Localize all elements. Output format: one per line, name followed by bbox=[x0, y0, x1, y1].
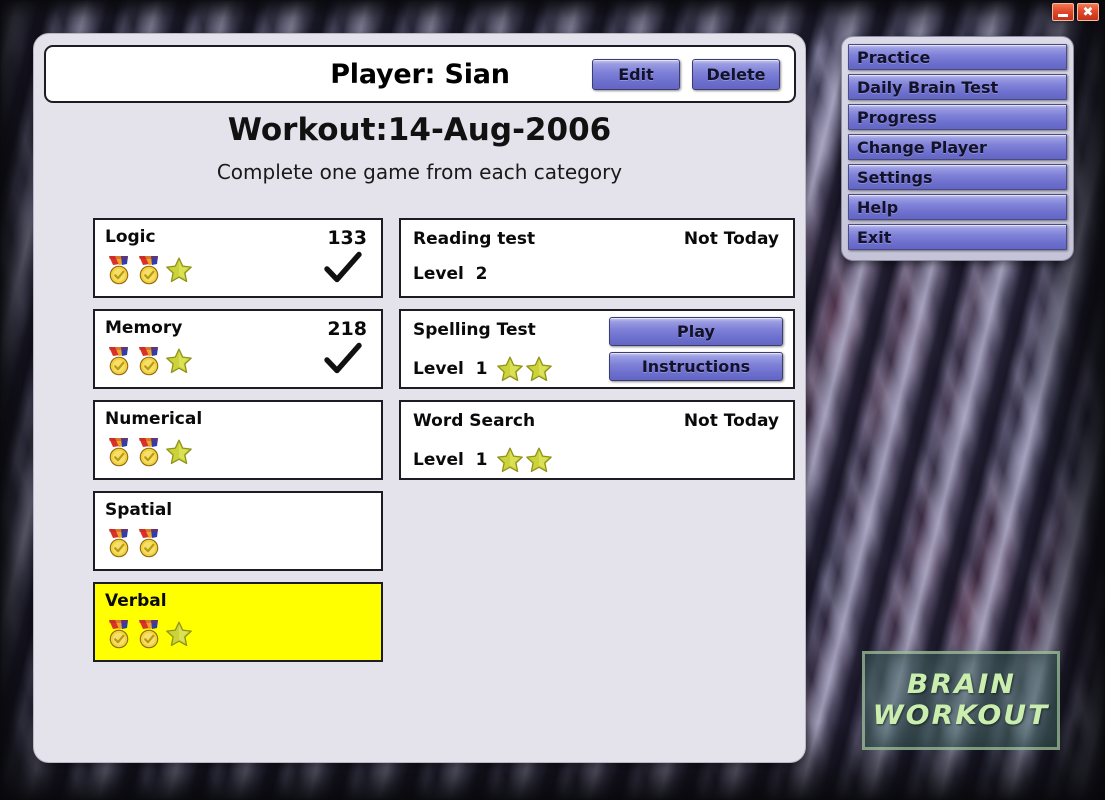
instructions-button[interactable]: Instructions bbox=[609, 352, 783, 381]
category-card-memory[interactable]: Memory 218 bbox=[93, 309, 383, 389]
game-buttons: Play Instructions bbox=[609, 317, 783, 381]
medal-icon bbox=[139, 529, 159, 558]
close-icon: ✖ bbox=[1082, 4, 1094, 20]
star-icon bbox=[166, 257, 192, 283]
menu-item-progress[interactable]: Progress bbox=[848, 104, 1067, 130]
medal-icon bbox=[109, 438, 129, 467]
category-score: 133 bbox=[327, 227, 367, 249]
star-icon bbox=[526, 447, 553, 473]
category-card-logic[interactable]: Logic 133 bbox=[93, 218, 383, 298]
star-icon bbox=[497, 356, 524, 382]
game-name: Spelling Test bbox=[413, 320, 536, 340]
menu-item-change-player[interactable]: Change Player bbox=[848, 134, 1067, 160]
category-card-spatial[interactable]: Spatial bbox=[93, 491, 383, 571]
star-icon bbox=[497, 447, 524, 473]
medal-icon bbox=[139, 347, 159, 376]
game-card-reading-test: Reading test Not Today Level 2 bbox=[399, 218, 795, 298]
medal-icon bbox=[139, 620, 159, 649]
brand-line-2: WORKOUT bbox=[872, 699, 1050, 731]
play-button[interactable]: Play bbox=[609, 317, 783, 346]
star-icon bbox=[166, 348, 192, 374]
category-name: Memory bbox=[105, 318, 183, 338]
game-level: Level 1 bbox=[413, 359, 488, 379]
player-header: Player: Sian Edit Delete bbox=[44, 45, 796, 103]
game-level-row: Level 1 bbox=[413, 355, 553, 383]
category-awards bbox=[105, 618, 193, 650]
menu-item-practice[interactable]: Practice bbox=[848, 44, 1067, 70]
medal-icon bbox=[109, 256, 129, 285]
category-card-numerical[interactable]: Numerical bbox=[93, 400, 383, 480]
game-level: Level 1 bbox=[413, 450, 488, 470]
close-button[interactable]: ✖ bbox=[1077, 3, 1099, 21]
workout-subtitle: Complete one game from each category bbox=[216, 160, 623, 184]
menu-item-settings[interactable]: Settings bbox=[848, 164, 1067, 190]
game-card-word-search: Word Search Not Today Level 1 bbox=[399, 400, 795, 480]
medal-icon bbox=[139, 438, 159, 467]
game-card-spelling-test: Spelling Test Level 1 Play Instructions bbox=[399, 309, 795, 389]
game-level-row: Level 1 bbox=[413, 446, 553, 474]
checkmark-icon bbox=[324, 251, 362, 283]
game-status: Not Today bbox=[683, 229, 779, 249]
game-name: Word Search bbox=[413, 411, 536, 431]
titlebar-buttons: ✖ bbox=[1052, 3, 1099, 21]
menu-item-daily-brain-test[interactable]: Daily Brain Test bbox=[848, 74, 1067, 100]
category-awards bbox=[105, 345, 193, 377]
category-name: Numerical bbox=[105, 409, 203, 429]
category-name: Verbal bbox=[105, 591, 167, 611]
application-window: ✖ Player: Sian Edit Delete Workout:14-Au… bbox=[0, 0, 1105, 800]
game-stars bbox=[496, 355, 553, 383]
category-list: Logic 133 Memory 218 Numerical Spatial Verbal bbox=[93, 218, 383, 673]
menu-item-exit[interactable]: Exit bbox=[848, 224, 1067, 250]
star-icon bbox=[166, 439, 192, 465]
brand-logo: BRAIN WORKOUT bbox=[862, 651, 1060, 750]
medal-icon bbox=[109, 620, 129, 649]
category-awards bbox=[105, 436, 193, 468]
main-panel: Player: Sian Edit Delete Workout:14-Aug-… bbox=[33, 33, 806, 763]
minimize-button[interactable] bbox=[1052, 3, 1074, 21]
medal-icon bbox=[109, 529, 129, 558]
game-status: Not Today bbox=[683, 411, 779, 431]
game-level: Level 2 bbox=[413, 264, 488, 284]
checkmark-icon bbox=[324, 342, 362, 374]
main-menu: Practice Daily Brain Test Progress Change P… bbox=[841, 36, 1074, 261]
menu-item-help[interactable]: Help bbox=[848, 194, 1067, 220]
category-card-verbal[interactable]: Verbal bbox=[93, 582, 383, 662]
category-awards bbox=[105, 254, 193, 286]
medal-icon bbox=[109, 347, 129, 376]
category-score: 218 bbox=[327, 318, 367, 340]
game-stars bbox=[496, 446, 553, 474]
game-list: Reading test Not Today Level 2 Spelling Tes… bbox=[399, 218, 795, 491]
game-level-row: Level 2 bbox=[413, 264, 496, 284]
minimize-icon bbox=[1058, 13, 1068, 17]
star-icon bbox=[526, 356, 553, 382]
delete-button[interactable]: Delete bbox=[692, 58, 780, 90]
header-buttons: Edit Delete bbox=[592, 58, 780, 90]
category-name: Spatial bbox=[105, 500, 173, 520]
edit-button[interactable]: Edit bbox=[592, 58, 680, 90]
brand-line-1: BRAIN bbox=[906, 669, 1016, 701]
star-icon bbox=[166, 621, 192, 647]
category-name: Logic bbox=[105, 227, 156, 247]
medal-icon bbox=[139, 256, 159, 285]
game-name: Reading test bbox=[413, 229, 536, 249]
category-awards bbox=[105, 527, 163, 559]
workout-title: Workout:14-Aug-2006 bbox=[227, 112, 612, 148]
